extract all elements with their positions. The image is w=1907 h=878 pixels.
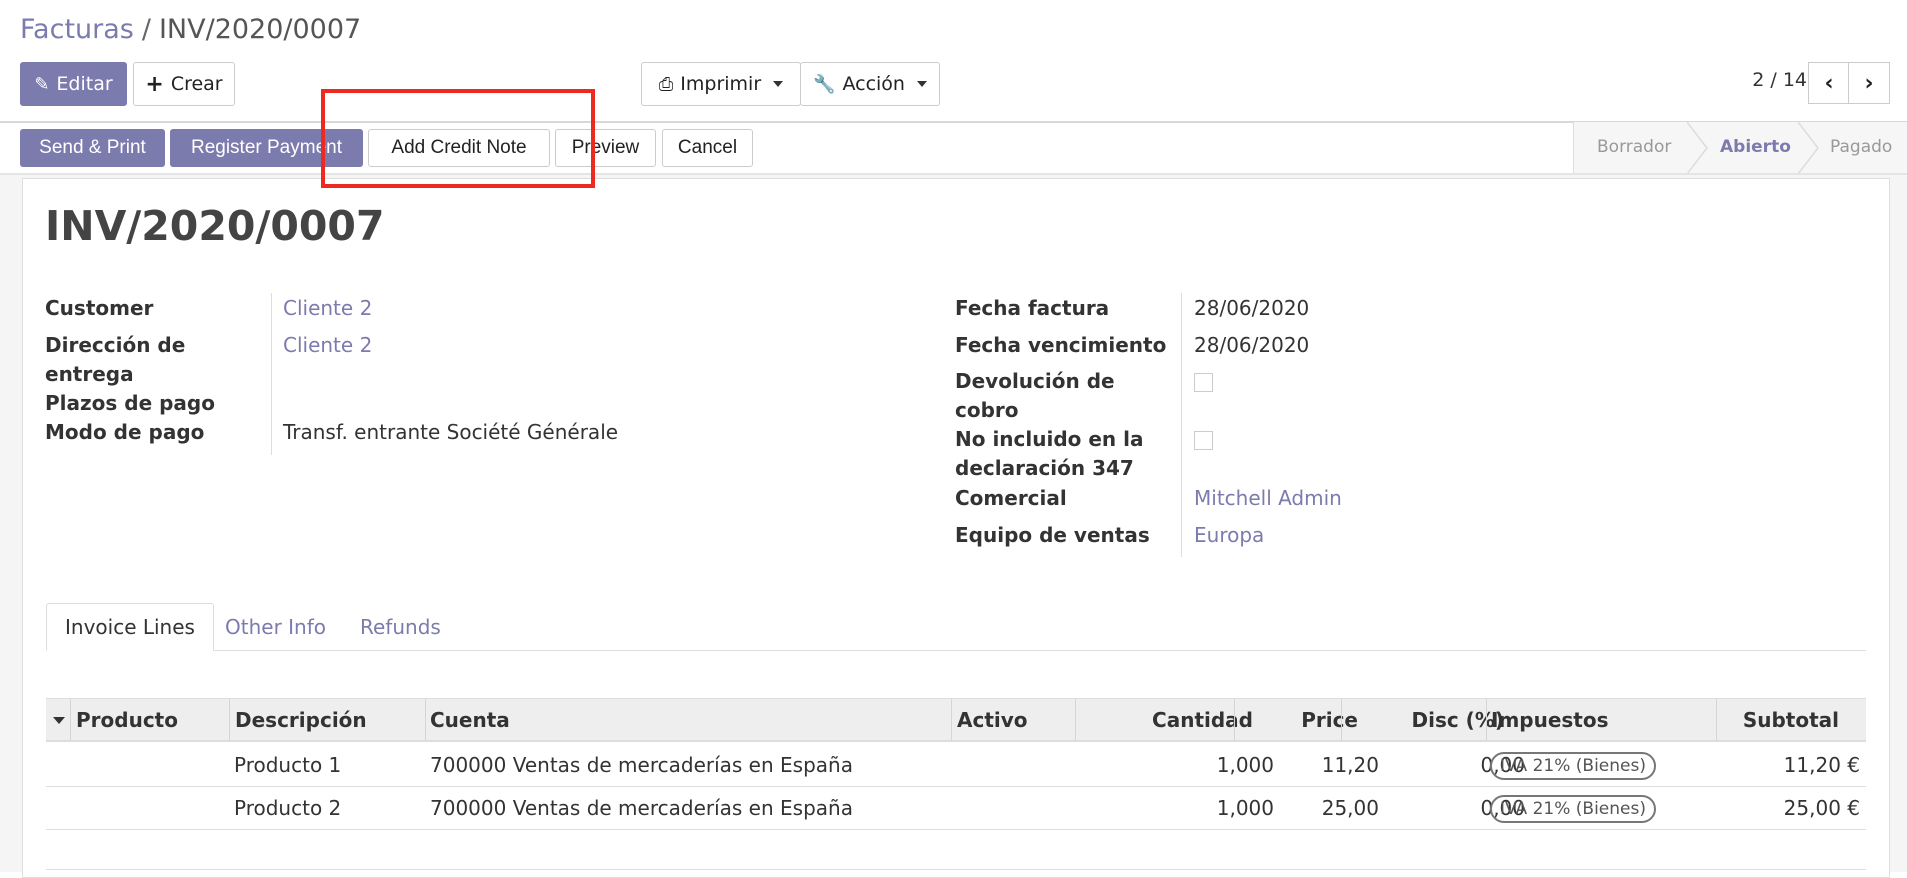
chevron-left-icon: ‹ xyxy=(1824,70,1834,96)
tax-tag: IVA 21% (Bienes) xyxy=(1490,752,1656,780)
payment-mode-value: Transf. entrante Société Générale xyxy=(283,420,619,444)
salesperson-value-link[interactable]: Mitchell Admin xyxy=(1194,484,1342,513)
row-subtotal: 25,00 € xyxy=(1783,796,1860,820)
pager-counter: 2 / 14 xyxy=(1752,69,1807,91)
column-header-producto[interactable]: Producto xyxy=(76,699,178,741)
column-header-impuestos[interactable]: Impuestos xyxy=(1491,699,1609,741)
row-description: Producto 2 xyxy=(234,796,342,820)
row-account: 700000 Ventas de mercaderías en España xyxy=(430,753,853,777)
printer-icon: ⎙ xyxy=(658,73,674,95)
tax-tag: IVA 21% (Bienes) xyxy=(1490,795,1656,823)
column-header-descripcion[interactable]: Descripción xyxy=(235,699,367,741)
column-header-cantidad[interactable]: Cantidad xyxy=(1152,699,1253,741)
breadcrumb-separator: / xyxy=(141,14,151,45)
breadcrumb: Facturas / INV/2020/0007 xyxy=(20,14,361,45)
column-divider xyxy=(1075,699,1076,741)
field-divider xyxy=(271,293,272,455)
action-dropdown[interactable]: 🔧 Acción xyxy=(800,62,940,106)
refund-label: Devolución de cobro xyxy=(955,369,1115,422)
tab-other-info[interactable]: Other Info xyxy=(207,603,344,651)
send-print-button[interactable]: Send & Print xyxy=(20,129,165,167)
table-bottom-border xyxy=(46,869,1866,870)
column-divider xyxy=(951,699,952,741)
field-divider xyxy=(1181,293,1182,557)
edit-button[interactable]: ✎ Editar xyxy=(20,62,127,106)
column-divider xyxy=(1486,699,1487,741)
row-description: Producto 1 xyxy=(234,753,342,777)
column-divider xyxy=(229,699,230,741)
invoice-date-label: Fecha factura xyxy=(955,296,1110,320)
column-header-cuenta[interactable]: Cuenta xyxy=(430,699,510,741)
refund-checkbox[interactable] xyxy=(1194,373,1213,392)
stage-open: Abierto xyxy=(1720,137,1791,157)
column-header-activo[interactable]: Activo xyxy=(957,699,1028,741)
pencil-icon: ✎ xyxy=(34,73,50,95)
print-dropdown[interactable]: ⎙ Imprimir xyxy=(641,62,801,106)
sort-caret-icon[interactable] xyxy=(53,717,65,724)
plus-icon: + xyxy=(145,71,164,97)
payment-terms-label: Plazos de pago xyxy=(45,391,215,415)
delivery-address-value-link[interactable]: Cliente 2 xyxy=(283,331,372,360)
row-price: 25,00 xyxy=(1321,796,1379,820)
stage-arrow-icon xyxy=(1687,122,1708,174)
table-row[interactable]: Producto 2 700000 Ventas de mercaderías … xyxy=(46,787,1866,830)
pager-next-button[interactable]: › xyxy=(1848,62,1890,104)
row-price: 11,20 xyxy=(1321,753,1379,777)
stage-paid: Pagado xyxy=(1830,137,1893,157)
delivery-address-label: Dirección de entrega xyxy=(45,333,186,386)
cancel-button[interactable]: Cancel xyxy=(662,129,753,167)
stage-arrow-icon xyxy=(1798,122,1819,174)
create-button-label: Crear xyxy=(170,73,223,95)
status-bar: Borrador Abierto Pagado xyxy=(1573,122,1907,174)
edit-button-label: Editar xyxy=(56,73,113,95)
customer-value-link[interactable]: Cliente 2 xyxy=(283,294,372,323)
chevron-down-icon xyxy=(773,81,784,87)
payment-mode-label: Modo de pago xyxy=(45,420,205,444)
annotation-highlight-box xyxy=(321,89,595,188)
sales-team-label: Equipo de ventas xyxy=(955,523,1150,547)
table-row[interactable]: Producto 1 700000 Ventas de mercaderías … xyxy=(46,744,1866,787)
create-button[interactable]: + Crear xyxy=(133,62,235,106)
invoice-date-value: 28/06/2020 xyxy=(1194,296,1310,320)
action-dropdown-label: Acción xyxy=(842,73,905,95)
stage-draft: Borrador xyxy=(1597,137,1672,157)
pager-previous-button[interactable]: ‹ xyxy=(1808,62,1850,104)
customer-label: Customer xyxy=(45,296,154,320)
sales-team-value-link[interactable]: Europa xyxy=(1194,521,1264,550)
print-dropdown-label: Imprimir xyxy=(680,73,762,95)
breadcrumb-parent-link[interactable]: Facturas xyxy=(20,14,134,45)
salesperson-label: Comercial xyxy=(955,486,1067,510)
excluded-347-label: No incluido en la declaración 347 xyxy=(955,427,1144,480)
column-divider xyxy=(1716,699,1717,741)
wrench-icon: 🔧 xyxy=(813,73,836,95)
column-header-subtotal[interactable]: Subtotal xyxy=(1743,699,1839,741)
row-quantity: 1,000 xyxy=(1216,753,1274,777)
column-divider xyxy=(1341,699,1342,741)
due-date-label: Fecha vencimiento xyxy=(955,333,1167,357)
column-header-price[interactable]: Price xyxy=(1301,699,1358,741)
tab-invoice-lines[interactable]: Invoice Lines xyxy=(46,603,214,651)
invoice-title: INV/2020/0007 xyxy=(45,202,385,250)
chevron-down-icon xyxy=(916,81,927,87)
tab-refunds[interactable]: Refunds xyxy=(342,603,459,651)
row-subtotal: 11,20 € xyxy=(1783,753,1860,777)
column-divider xyxy=(425,699,426,741)
column-divider xyxy=(1234,699,1235,741)
row-quantity: 1,000 xyxy=(1216,796,1274,820)
due-date-value: 28/06/2020 xyxy=(1194,333,1310,357)
chevron-right-icon: › xyxy=(1864,70,1874,96)
row-account: 700000 Ventas de mercaderías en España xyxy=(430,796,853,820)
breadcrumb-current: INV/2020/0007 xyxy=(158,14,362,45)
column-divider xyxy=(70,699,71,741)
invoice-lines-table-header: Producto Descripción Cuenta Activo Canti… xyxy=(46,698,1866,742)
excluded-347-checkbox[interactable] xyxy=(1194,431,1213,450)
